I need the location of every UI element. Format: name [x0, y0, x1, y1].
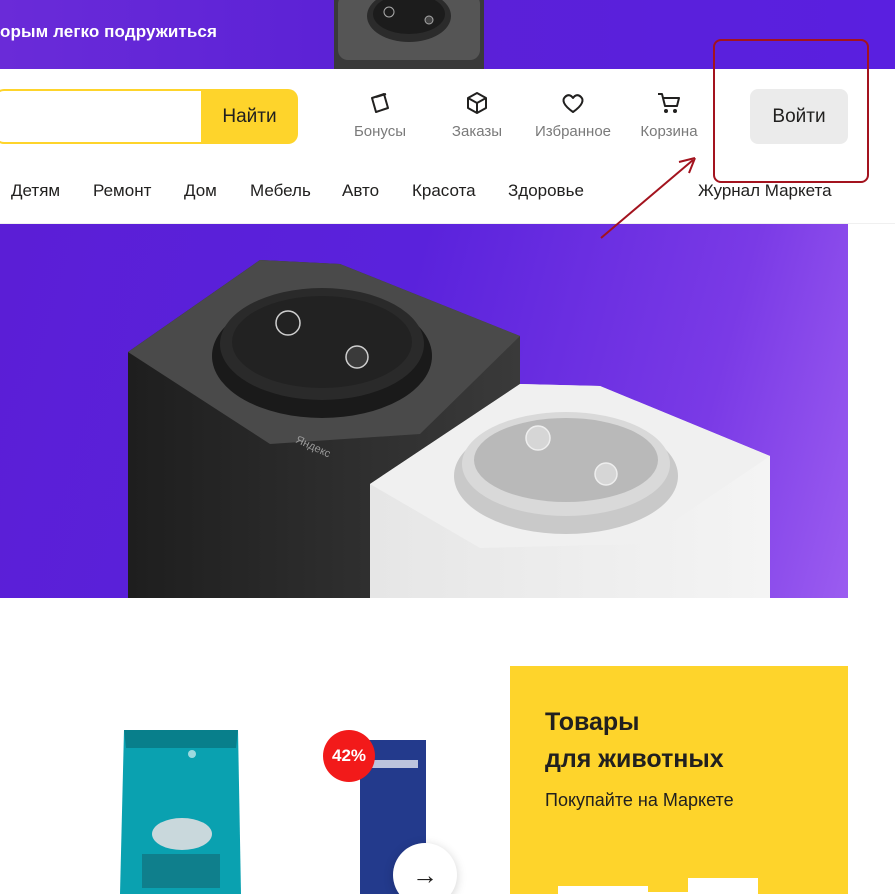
pet-promo-card[interactable]: Товары для животных Покупайте на Маркете — [510, 666, 848, 894]
hero-banner[interactable]: Яндекс — [0, 224, 848, 598]
category-auto[interactable]: Авто — [342, 181, 379, 201]
category-health[interactable]: Здоровье — [508, 181, 584, 201]
nav-favorites-label: Избранное — [534, 123, 612, 140]
pet-promo-title-line2: для животных — [545, 745, 724, 773]
search-input[interactable] — [0, 91, 202, 142]
nav-cart[interactable]: Корзина — [636, 89, 702, 145]
cat-food-product[interactable] — [120, 726, 242, 894]
speakers-illustration: Яндекс — [128, 260, 770, 598]
next-arrow-button[interactable]: → — [393, 843, 457, 894]
nav-favorites[interactable]: Избранное — [530, 89, 616, 145]
nav-bonuses[interactable]: Бонусы — [350, 89, 410, 145]
search-button[interactable]: Найти — [201, 89, 298, 144]
annotation-arrow-icon — [600, 157, 696, 239]
pet-promo-title: Товары для животных — [545, 704, 724, 778]
cart-icon — [658, 93, 680, 113]
journal-link[interactable]: Журнал Маркета — [698, 181, 832, 201]
category-furniture[interactable]: Мебель — [250, 181, 311, 201]
nav-cart-label: Корзина — [640, 123, 698, 140]
discount-badge: 42% — [323, 730, 375, 782]
arrow-right-icon: → — [412, 860, 438, 890]
nav-orders-label: Заказы — [451, 123, 503, 140]
category-repair[interactable]: Ремонт — [93, 181, 151, 201]
bonuses-icon — [371, 93, 389, 113]
speaker-thumbnail — [334, 0, 484, 69]
heart-icon — [562, 94, 584, 113]
category-beauty[interactable]: Красота — [412, 181, 476, 201]
page: орым легко подружиться Найти Бонусы Зака… — [0, 0, 895, 894]
category-home[interactable]: Дом — [184, 181, 217, 201]
pet-promo-title-line1: Товары — [545, 708, 640, 736]
category-kids[interactable]: Детям — [11, 181, 60, 201]
search-box — [0, 89, 202, 144]
pet-product-image — [558, 878, 758, 894]
nav-bonuses-label: Бонусы — [353, 123, 407, 140]
box-icon — [467, 92, 487, 114]
promo-text: орым легко подружиться — [0, 22, 217, 41]
annotation-highlight-box — [713, 39, 869, 183]
nav-orders[interactable]: Заказы — [448, 89, 506, 145]
pet-promo-subtitle: Покупайте на Маркете — [545, 790, 734, 810]
